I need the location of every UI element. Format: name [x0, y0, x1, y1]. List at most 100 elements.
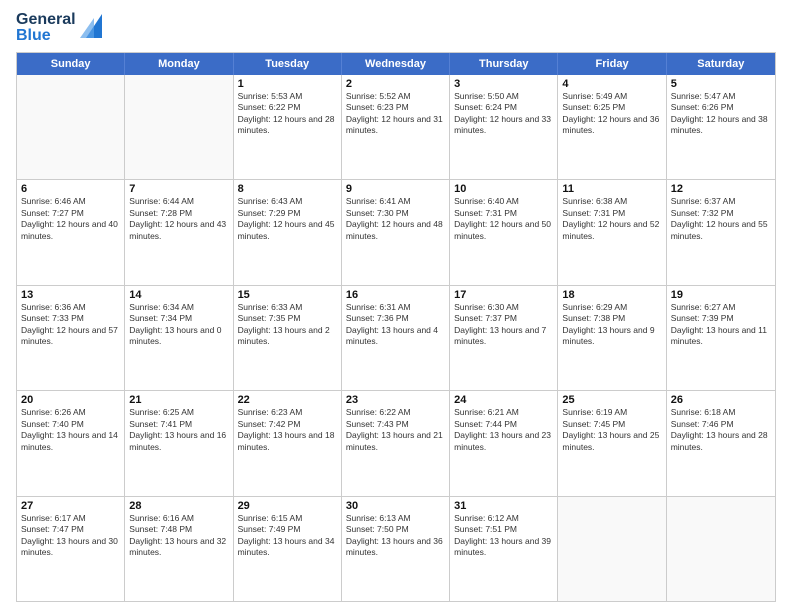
calendar-cell: 30Sunrise: 6:13 AM Sunset: 7:50 PM Dayli…	[342, 497, 450, 601]
cell-info: Sunrise: 6:37 AM Sunset: 7:32 PM Dayligh…	[671, 196, 771, 242]
day-number: 21	[129, 394, 228, 406]
cell-info: Sunrise: 6:29 AM Sunset: 7:38 PM Dayligh…	[562, 302, 661, 348]
day-number: 7	[129, 183, 228, 195]
day-number: 4	[562, 78, 661, 90]
day-number: 14	[129, 289, 228, 301]
calendar-cell: 26Sunrise: 6:18 AM Sunset: 7:46 PM Dayli…	[667, 391, 775, 495]
calendar-cell: 14Sunrise: 6:34 AM Sunset: 7:34 PM Dayli…	[125, 286, 233, 390]
weekday-header-friday: Friday	[558, 53, 666, 75]
calendar-cell	[558, 497, 666, 601]
cell-info: Sunrise: 6:13 AM Sunset: 7:50 PM Dayligh…	[346, 513, 445, 559]
cell-info: Sunrise: 6:21 AM Sunset: 7:44 PM Dayligh…	[454, 407, 553, 453]
calendar-row-3: 13Sunrise: 6:36 AM Sunset: 7:33 PM Dayli…	[17, 285, 775, 390]
cell-info: Sunrise: 5:50 AM Sunset: 6:24 PM Dayligh…	[454, 91, 553, 137]
logo-icon	[80, 10, 102, 43]
calendar-cell: 1Sunrise: 5:53 AM Sunset: 6:22 PM Daylig…	[234, 75, 342, 179]
day-number: 30	[346, 500, 445, 512]
logo: General Blue	[16, 12, 102, 44]
calendar-cell: 25Sunrise: 6:19 AM Sunset: 7:45 PM Dayli…	[558, 391, 666, 495]
calendar-cell: 22Sunrise: 6:23 AM Sunset: 7:42 PM Dayli…	[234, 391, 342, 495]
cell-info: Sunrise: 6:38 AM Sunset: 7:31 PM Dayligh…	[562, 196, 661, 242]
calendar-cell: 2Sunrise: 5:52 AM Sunset: 6:23 PM Daylig…	[342, 75, 450, 179]
cell-info: Sunrise: 6:44 AM Sunset: 7:28 PM Dayligh…	[129, 196, 228, 242]
day-number: 5	[671, 78, 771, 90]
cell-info: Sunrise: 6:16 AM Sunset: 7:48 PM Dayligh…	[129, 513, 228, 559]
cell-info: Sunrise: 6:33 AM Sunset: 7:35 PM Dayligh…	[238, 302, 337, 348]
calendar-cell: 6Sunrise: 6:46 AM Sunset: 7:27 PM Daylig…	[17, 180, 125, 284]
day-number: 17	[454, 289, 553, 301]
weekday-header-monday: Monday	[125, 53, 233, 75]
day-number: 18	[562, 289, 661, 301]
calendar-cell: 3Sunrise: 5:50 AM Sunset: 6:24 PM Daylig…	[450, 75, 558, 179]
logo-blue: Blue	[16, 28, 76, 44]
calendar-cell: 15Sunrise: 6:33 AM Sunset: 7:35 PM Dayli…	[234, 286, 342, 390]
calendar-row-2: 6Sunrise: 6:46 AM Sunset: 7:27 PM Daylig…	[17, 179, 775, 284]
calendar-row-1: 1Sunrise: 5:53 AM Sunset: 6:22 PM Daylig…	[17, 75, 775, 179]
cell-info: Sunrise: 5:49 AM Sunset: 6:25 PM Dayligh…	[562, 91, 661, 137]
cell-info: Sunrise: 5:53 AM Sunset: 6:22 PM Dayligh…	[238, 91, 337, 137]
weekday-header-saturday: Saturday	[667, 53, 775, 75]
cell-info: Sunrise: 6:18 AM Sunset: 7:46 PM Dayligh…	[671, 407, 771, 453]
weekday-header-tuesday: Tuesday	[234, 53, 342, 75]
calendar-cell	[667, 497, 775, 601]
calendar-cell: 9Sunrise: 6:41 AM Sunset: 7:30 PM Daylig…	[342, 180, 450, 284]
cell-info: Sunrise: 6:22 AM Sunset: 7:43 PM Dayligh…	[346, 407, 445, 453]
day-number: 25	[562, 394, 661, 406]
calendar-cell: 21Sunrise: 6:25 AM Sunset: 7:41 PM Dayli…	[125, 391, 233, 495]
calendar-cell: 5Sunrise: 5:47 AM Sunset: 6:26 PM Daylig…	[667, 75, 775, 179]
day-number: 9	[346, 183, 445, 195]
day-number: 8	[238, 183, 337, 195]
cell-info: Sunrise: 6:12 AM Sunset: 7:51 PM Dayligh…	[454, 513, 553, 559]
day-number: 10	[454, 183, 553, 195]
cell-info: Sunrise: 6:31 AM Sunset: 7:36 PM Dayligh…	[346, 302, 445, 348]
calendar-cell	[17, 75, 125, 179]
cell-info: Sunrise: 6:15 AM Sunset: 7:49 PM Dayligh…	[238, 513, 337, 559]
cell-info: Sunrise: 5:52 AM Sunset: 6:23 PM Dayligh…	[346, 91, 445, 137]
calendar-cell: 24Sunrise: 6:21 AM Sunset: 7:44 PM Dayli…	[450, 391, 558, 495]
calendar-cell: 17Sunrise: 6:30 AM Sunset: 7:37 PM Dayli…	[450, 286, 558, 390]
cell-info: Sunrise: 5:47 AM Sunset: 6:26 PM Dayligh…	[671, 91, 771, 137]
calendar-body: 1Sunrise: 5:53 AM Sunset: 6:22 PM Daylig…	[17, 75, 775, 601]
calendar-cell: 20Sunrise: 6:26 AM Sunset: 7:40 PM Dayli…	[17, 391, 125, 495]
cell-info: Sunrise: 6:40 AM Sunset: 7:31 PM Dayligh…	[454, 196, 553, 242]
calendar-row-5: 27Sunrise: 6:17 AM Sunset: 7:47 PM Dayli…	[17, 496, 775, 601]
calendar-cell: 8Sunrise: 6:43 AM Sunset: 7:29 PM Daylig…	[234, 180, 342, 284]
cell-info: Sunrise: 6:43 AM Sunset: 7:29 PM Dayligh…	[238, 196, 337, 242]
calendar-cell: 18Sunrise: 6:29 AM Sunset: 7:38 PM Dayli…	[558, 286, 666, 390]
calendar-cell: 13Sunrise: 6:36 AM Sunset: 7:33 PM Dayli…	[17, 286, 125, 390]
cell-info: Sunrise: 6:27 AM Sunset: 7:39 PM Dayligh…	[671, 302, 771, 348]
day-number: 26	[671, 394, 771, 406]
day-number: 24	[454, 394, 553, 406]
day-number: 11	[562, 183, 661, 195]
calendar-cell: 7Sunrise: 6:44 AM Sunset: 7:28 PM Daylig…	[125, 180, 233, 284]
header: General Blue	[16, 12, 776, 44]
day-number: 28	[129, 500, 228, 512]
calendar-cell: 31Sunrise: 6:12 AM Sunset: 7:51 PM Dayli…	[450, 497, 558, 601]
calendar-cell: 29Sunrise: 6:15 AM Sunset: 7:49 PM Dayli…	[234, 497, 342, 601]
cell-info: Sunrise: 6:25 AM Sunset: 7:41 PM Dayligh…	[129, 407, 228, 453]
calendar-cell: 28Sunrise: 6:16 AM Sunset: 7:48 PM Dayli…	[125, 497, 233, 601]
calendar-cell: 27Sunrise: 6:17 AM Sunset: 7:47 PM Dayli…	[17, 497, 125, 601]
calendar-cell	[125, 75, 233, 179]
calendar: SundayMondayTuesdayWednesdayThursdayFrid…	[16, 52, 776, 602]
weekday-header-thursday: Thursday	[450, 53, 558, 75]
day-number: 13	[21, 289, 120, 301]
calendar-cell: 19Sunrise: 6:27 AM Sunset: 7:39 PM Dayli…	[667, 286, 775, 390]
calendar-cell: 23Sunrise: 6:22 AM Sunset: 7:43 PM Dayli…	[342, 391, 450, 495]
calendar-cell: 16Sunrise: 6:31 AM Sunset: 7:36 PM Dayli…	[342, 286, 450, 390]
weekday-header-sunday: Sunday	[17, 53, 125, 75]
day-number: 3	[454, 78, 553, 90]
cell-info: Sunrise: 6:26 AM Sunset: 7:40 PM Dayligh…	[21, 407, 120, 453]
calendar-cell: 10Sunrise: 6:40 AM Sunset: 7:31 PM Dayli…	[450, 180, 558, 284]
calendar-cell: 12Sunrise: 6:37 AM Sunset: 7:32 PM Dayli…	[667, 180, 775, 284]
cell-info: Sunrise: 6:36 AM Sunset: 7:33 PM Dayligh…	[21, 302, 120, 348]
day-number: 15	[238, 289, 337, 301]
calendar-row-4: 20Sunrise: 6:26 AM Sunset: 7:40 PM Dayli…	[17, 390, 775, 495]
cell-info: Sunrise: 6:34 AM Sunset: 7:34 PM Dayligh…	[129, 302, 228, 348]
day-number: 12	[671, 183, 771, 195]
cell-info: Sunrise: 6:19 AM Sunset: 7:45 PM Dayligh…	[562, 407, 661, 453]
day-number: 23	[346, 394, 445, 406]
cell-info: Sunrise: 6:46 AM Sunset: 7:27 PM Dayligh…	[21, 196, 120, 242]
cell-info: Sunrise: 6:41 AM Sunset: 7:30 PM Dayligh…	[346, 196, 445, 242]
calendar-cell: 11Sunrise: 6:38 AM Sunset: 7:31 PM Dayli…	[558, 180, 666, 284]
